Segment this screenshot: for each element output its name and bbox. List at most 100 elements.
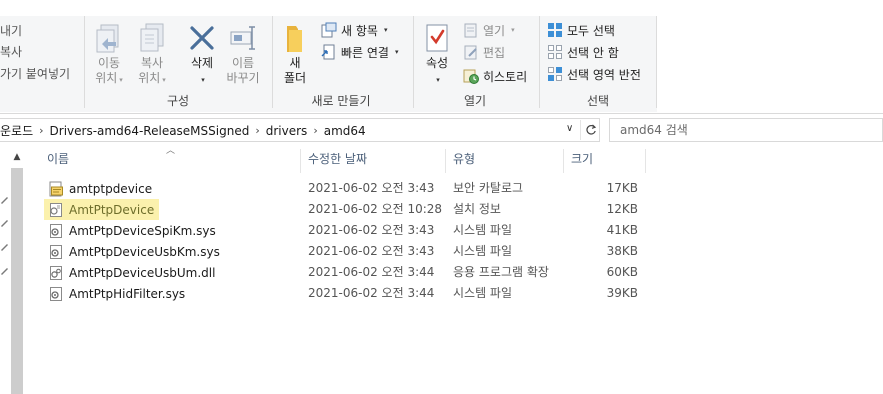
- column-divider[interactable]: [563, 149, 564, 173]
- setup-information-icon: [50, 202, 62, 217]
- copy-to-button[interactable]: 복사 위치 ▾: [133, 22, 171, 88]
- column-divider[interactable]: [445, 149, 446, 173]
- system-file-icon: [50, 244, 62, 259]
- file-row[interactable]: AmtPtpDeviceUsbKm.sys 2021-06-02 오전 3:43 시…: [44, 241, 638, 262]
- file-name-cell[interactable]: AmtPtpHidFilter.sys: [44, 283, 190, 304]
- security-catalog-icon: [49, 181, 63, 196]
- ribbon-separator: [84, 16, 85, 108]
- file-name: AmtPtpDevice: [69, 202, 155, 217]
- file-name-cell[interactable]: amtptpdevice: [44, 178, 157, 199]
- file-type: 시스템 파일: [453, 286, 513, 300]
- column-header-date[interactable]: 수정한 날짜: [308, 149, 367, 173]
- file-row[interactable]: AmtPtpDeviceSpiKm.sys 2021-06-02 오전 3:43 시…: [44, 220, 638, 241]
- copy-path-button[interactable]: 복사: [0, 44, 22, 60]
- ribbon-separator: [656, 16, 657, 108]
- refresh-icon: [585, 124, 596, 135]
- select-all-icon: [548, 23, 562, 37]
- column-header-type[interactable]: 유형: [453, 149, 475, 173]
- new-item-icon: [321, 22, 337, 38]
- file-date: 2021-06-02 오전 3:43: [308, 244, 435, 258]
- file-name-cell[interactable]: AmtPtpDeviceUsbKm.sys: [44, 241, 225, 262]
- history-label: 히스토리: [483, 69, 528, 84]
- scroll-up-arrow-icon[interactable]: ▲: [10, 150, 24, 164]
- file-name-cell[interactable]: AmtPtpDeviceUsbUm.dll: [44, 262, 220, 283]
- breadcrumb-chevron-icon[interactable]: ›: [311, 124, 319, 137]
- file-type: 응용 프로그램 확장: [453, 265, 549, 279]
- navigation-scrollbar-thumb[interactable]: [11, 168, 23, 394]
- column-divider[interactable]: [300, 149, 301, 173]
- copy-to-icon: [140, 23, 164, 52]
- rename-label-2: 바꾸기: [226, 71, 260, 85]
- file-row[interactable]: amtptpdevice 2021-06-02 오전 3:43 보안 카탈로그 17K…: [44, 178, 638, 199]
- breadcrumb-drivers-package[interactable]: Drivers-amd64-ReleaseMSSigned: [46, 124, 254, 138]
- history-button[interactable]: 히스토리: [463, 66, 527, 86]
- pin-icon[interactable]: [0, 218, 8, 228]
- column-header-name[interactable]: 이름: [47, 149, 69, 173]
- delete-label: 삭제: [190, 56, 214, 70]
- properties-icon: [426, 24, 448, 52]
- address-bar[interactable]: 운로드 › Drivers-amd64-ReleaseMSSigned › dr…: [0, 118, 600, 142]
- copy-to-label-1: 복사: [140, 56, 164, 70]
- cut-button[interactable]: 내기: [0, 23, 22, 39]
- select-all-button[interactable]: 모두 선택: [547, 20, 615, 40]
- edit-button[interactable]: 편집: [463, 42, 505, 62]
- properties-label: 속성: [425, 56, 449, 70]
- file-name: AmtPtpDeviceUsbUm.dll: [69, 265, 216, 280]
- file-size: 39KB: [606, 286, 638, 300]
- file-date: 2021-06-02 오전 3:44: [308, 286, 435, 300]
- breadcrumb: 운로드 › Drivers-amd64-ReleaseMSSigned › dr…: [0, 122, 370, 139]
- select-none-icon: [548, 45, 562, 59]
- file-row[interactable]: AmtPtpHidFilter.sys 2021-06-02 오전 3:44 시스템…: [44, 283, 638, 304]
- delete-button[interactable]: 삭제 ▾: [184, 22, 220, 88]
- open-button[interactable]: 열기 ▾: [463, 20, 515, 40]
- history-icon: [463, 69, 479, 84]
- breadcrumb-drivers[interactable]: drivers: [262, 124, 312, 138]
- move-to-button[interactable]: 이동 위치 ▾: [92, 22, 126, 88]
- breadcrumb-amd64[interactable]: amd64: [320, 124, 370, 138]
- edit-label: 편집: [483, 45, 506, 60]
- select-none-button[interactable]: 선택 안 함: [547, 42, 619, 62]
- address-history-chevron-icon[interactable]: ∨: [566, 123, 573, 134]
- search-input[interactable]: [610, 119, 870, 141]
- file-type: 시스템 파일: [453, 223, 513, 237]
- easy-access-icon: [321, 44, 335, 60]
- breadcrumb-downloads[interactable]: 운로드: [0, 122, 37, 139]
- file-row[interactable]: AmtPtpDeviceUsbUm.dll 2021-06-02 오전 3:44 응…: [44, 262, 638, 283]
- file-type: 보안 카탈로그: [453, 181, 524, 195]
- file-name: AmtPtpDeviceUsbKm.sys: [69, 244, 220, 259]
- pin-icon[interactable]: [0, 266, 8, 276]
- invert-selection-button[interactable]: 선택 영역 반전: [547, 64, 641, 84]
- new-item-button[interactable]: 새 항목 ▾: [321, 20, 387, 40]
- properties-button[interactable]: 속성 ▾: [420, 22, 454, 88]
- copy-to-label-2: 위치 ▾: [138, 71, 166, 85]
- move-to-icon: [96, 24, 119, 53]
- select-all-label: 모두 선택: [567, 23, 615, 38]
- file-row[interactable]: AmtPtpDevice 2021-06-02 오전 10:28 설치 정보 12KB: [44, 199, 638, 220]
- file-date: 2021-06-02 오전 10:28: [308, 202, 443, 216]
- file-name: amtptpdevice: [69, 181, 153, 196]
- pin-icon[interactable]: [0, 195, 8, 205]
- pin-icon[interactable]: [0, 242, 8, 252]
- file-type: 시스템 파일: [453, 244, 513, 258]
- delete-icon: [190, 26, 214, 50]
- file-size: 41KB: [606, 223, 638, 237]
- rename-button[interactable]: 이름 바꾸기: [224, 22, 262, 86]
- file-size: 38KB: [606, 244, 638, 258]
- invert-selection-label: 선택 영역 반전: [567, 67, 641, 82]
- new-folder-button[interactable]: 새 폴더: [280, 22, 310, 86]
- refresh-button[interactable]: [580, 120, 600, 140]
- easy-access-button[interactable]: 빠른 연결 ▾: [321, 42, 399, 62]
- file-name-cell[interactable]: AmtPtpDeviceSpiKm.sys: [44, 220, 221, 241]
- column-divider[interactable]: [645, 149, 646, 173]
- paste-shortcut-button[interactable]: 가기 붙여넣기: [0, 66, 70, 82]
- file-date: 2021-06-02 오전 3:43: [308, 181, 435, 195]
- file-name-cell[interactable]: AmtPtpDevice: [44, 199, 160, 220]
- new-group-label: 새로 만들기: [311, 94, 371, 108]
- system-file-icon: [50, 286, 62, 301]
- search-box[interactable]: [609, 118, 883, 142]
- breadcrumb-chevron-icon[interactable]: ›: [37, 124, 45, 137]
- edit-icon: [464, 45, 477, 60]
- breadcrumb-chevron-icon[interactable]: ›: [253, 124, 261, 137]
- column-header-size[interactable]: 크기: [571, 149, 593, 173]
- select-none-label: 선택 안 함: [567, 45, 619, 60]
